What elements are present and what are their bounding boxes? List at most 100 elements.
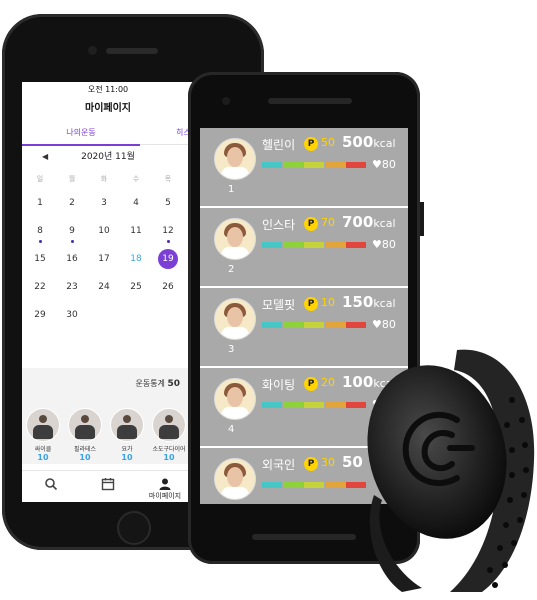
intensity-segment bbox=[283, 482, 303, 488]
intensity-segment bbox=[262, 402, 282, 408]
kcal-value: 50 bbox=[342, 453, 363, 471]
front-camera bbox=[88, 46, 97, 55]
intensity-segment bbox=[325, 322, 345, 328]
calendar-day[interactable]: 15 bbox=[30, 249, 50, 269]
calendar-day[interactable]: 30 bbox=[62, 305, 82, 325]
activity-name: 소도구다이어 bbox=[152, 446, 186, 453]
intensity-segment bbox=[262, 242, 282, 248]
intensity-segment bbox=[283, 322, 303, 328]
workout-dot bbox=[39, 240, 42, 243]
calendar-day-selected[interactable]: 19 bbox=[158, 249, 178, 269]
activity-item[interactable]: 요가 10 bbox=[110, 408, 144, 462]
calendar-day[interactable]: 10 bbox=[94, 221, 114, 241]
points-value: 50 bbox=[321, 136, 335, 149]
bottom-speaker bbox=[252, 534, 356, 540]
kcal-number: 700 bbox=[342, 213, 374, 231]
ranking-row[interactable]: 1 헬린이 P 50 500kcal ♥80 bbox=[200, 128, 408, 208]
front-camera bbox=[222, 97, 230, 105]
calendar-day[interactable]: 5 bbox=[158, 193, 178, 213]
rank-number: 2 bbox=[228, 264, 235, 275]
calendar-day[interactable]: 26 bbox=[158, 277, 178, 297]
month-label: 2020년 11월 bbox=[81, 152, 135, 162]
intensity-segment bbox=[304, 162, 324, 168]
user-name: 인스타 bbox=[262, 218, 296, 232]
calendar-day[interactable]: 12 bbox=[158, 221, 178, 241]
point-icon: P bbox=[304, 297, 318, 311]
power-button[interactable] bbox=[420, 202, 424, 236]
calendar-day[interactable]: 29 bbox=[30, 305, 50, 325]
calendar-day[interactable]: 2 bbox=[62, 193, 82, 213]
activity-item[interactable]: 필라테스 10 bbox=[68, 408, 102, 462]
activity-count: 10 bbox=[37, 453, 49, 462]
weekday-label: 수 bbox=[132, 175, 140, 183]
nav-search[interactable] bbox=[26, 471, 76, 491]
kcal-unit: kcal bbox=[373, 137, 396, 150]
stats-value: 50 bbox=[167, 379, 180, 389]
workout-dot bbox=[71, 240, 74, 243]
intensity-segment bbox=[304, 482, 324, 488]
calendar-day[interactable]: 17 bbox=[94, 249, 114, 269]
bottom-nav: 마이페이지 bbox=[22, 470, 194, 502]
point-icon: P bbox=[304, 217, 318, 231]
activity-item[interactable]: 싸이클 10 bbox=[26, 408, 60, 462]
kcal-value: 500kcal bbox=[342, 133, 396, 151]
stats-title: 운동통계 50 bbox=[135, 378, 180, 389]
nav-calendar[interactable] bbox=[83, 471, 133, 491]
rank-number: 3 bbox=[228, 344, 235, 355]
stats-label: 운동통계 bbox=[135, 379, 165, 388]
activity-thumbnail bbox=[152, 408, 186, 442]
avatar-man-icon bbox=[214, 458, 256, 500]
ranking-row[interactable]: 2 인스타 P 70 700kcal ♥80 bbox=[200, 208, 408, 288]
nav-mypage[interactable]: 마이페이지 bbox=[140, 471, 190, 501]
heart-icon: ♥ bbox=[372, 158, 382, 171]
intensity-segment bbox=[262, 162, 282, 168]
intensity-segment bbox=[304, 322, 324, 328]
calendar-day[interactable]: 24 bbox=[94, 277, 114, 297]
nav-mypage-label: 마이페이지 bbox=[148, 492, 182, 500]
likes-count[interactable]: ♥80 bbox=[372, 238, 396, 251]
kcal-unit: kcal bbox=[373, 297, 396, 310]
calendar-week: 8 9 10 11 12 bbox=[22, 217, 194, 245]
likes-value: 80 bbox=[381, 158, 396, 171]
weekday-header: 일월화수목 bbox=[22, 169, 194, 189]
earpiece-speaker bbox=[106, 48, 158, 54]
heart-icon: ♥ bbox=[372, 238, 382, 251]
kcal-number: 150 bbox=[342, 293, 374, 311]
home-button[interactable] bbox=[117, 511, 151, 545]
kcal-number: 500 bbox=[342, 133, 374, 151]
person-icon bbox=[159, 478, 171, 490]
calendar-day[interactable]: 4 bbox=[126, 193, 146, 213]
calendar-day[interactable]: 8 bbox=[30, 221, 50, 241]
rank-number: 4 bbox=[228, 424, 235, 435]
calendar-day[interactable]: 18 bbox=[126, 249, 146, 269]
calendar-day[interactable]: 16 bbox=[62, 249, 82, 269]
point-icon: P bbox=[304, 377, 318, 391]
activity-name: 필라테스 bbox=[73, 446, 97, 453]
month-navigator: ◀ 2020년 11월 bbox=[22, 145, 194, 169]
intensity-segment bbox=[283, 242, 303, 248]
avatar-woman-icon bbox=[214, 298, 256, 340]
kcal-value: 700kcal bbox=[342, 213, 396, 231]
calendar-day[interactable]: 22 bbox=[30, 277, 50, 297]
heart-rate-armband bbox=[367, 349, 535, 592]
calendar-day[interactable]: 25 bbox=[126, 277, 146, 297]
calendar-day[interactable]: 1 bbox=[30, 193, 50, 213]
intensity-segment bbox=[283, 162, 303, 168]
calendar-day[interactable]: 11 bbox=[126, 221, 146, 241]
calendar-day[interactable]: 9 bbox=[62, 221, 82, 241]
activity-item[interactable]: 소도구다이어 10 bbox=[152, 408, 186, 462]
intensity-segment bbox=[304, 402, 324, 408]
kcal-unit: kcal bbox=[373, 217, 396, 230]
calendar-day[interactable]: 23 bbox=[62, 277, 82, 297]
calendar-day[interactable]: 3 bbox=[94, 193, 114, 213]
user-name: 외국인 bbox=[262, 458, 296, 472]
tab-my-workout[interactable]: 나의운동 bbox=[22, 122, 140, 146]
workout-dot bbox=[167, 240, 170, 243]
intensity-segment bbox=[346, 162, 366, 168]
intensity-segment bbox=[346, 322, 366, 328]
intensity-segment bbox=[325, 162, 345, 168]
likes-count[interactable]: ♥80 bbox=[372, 158, 396, 171]
intensity-segment bbox=[346, 242, 366, 248]
weekday-label: 화 bbox=[100, 175, 108, 183]
activity-count: 10 bbox=[163, 453, 175, 462]
